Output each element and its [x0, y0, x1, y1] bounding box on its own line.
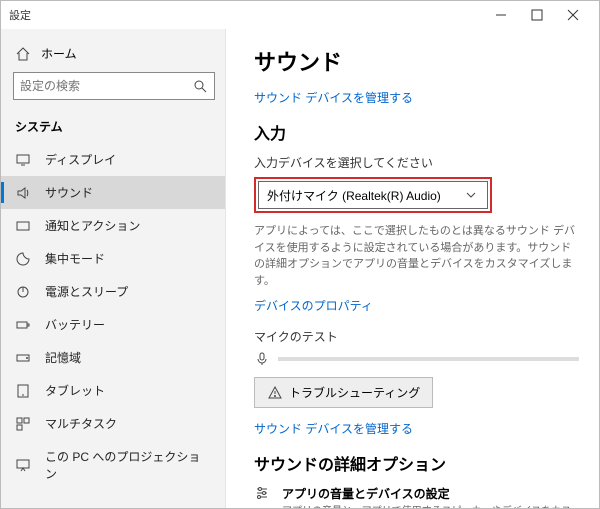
sidebar-item-label: ディスプレイ	[45, 151, 116, 168]
sidebar-item-label: この PC へのプロジェクション	[45, 448, 211, 482]
multitask-icon	[15, 416, 31, 432]
input-device-label: 入力デバイスを選択してください	[254, 154, 579, 171]
focus-icon	[15, 251, 31, 267]
input-device-value: 外付けマイク (Realtek(R) Audio)	[267, 187, 441, 204]
app-volume-sub: アプリの音量と、アプリで使用するスピーカーやデバイスをカスタマイズします。	[282, 502, 579, 508]
sidebar-item-label: タブレット	[45, 382, 105, 399]
troubleshoot-button[interactable]: トラブルシューティング	[254, 377, 433, 408]
sidebar-item-label: 電源とスリープ	[45, 283, 128, 300]
sidebar-item-tablet[interactable]: タブレット	[1, 374, 225, 407]
page-title: サウンド	[254, 45, 579, 77]
sidebar-item-storage[interactable]: 記憶域	[1, 341, 225, 374]
home-label: ホーム	[41, 45, 77, 62]
home-icon	[15, 46, 31, 62]
sidebar-item-label: マルチタスク	[45, 415, 117, 432]
window-title: 設定	[9, 7, 483, 23]
highlight-box: 外付けマイク (Realtek(R) Audio)	[254, 177, 492, 213]
sidebar: ホーム システム ディスプレイ サウンド 通知とアクション 集中モード 電源とス…	[1, 29, 226, 508]
sidebar-item-label: 通知とアクション	[45, 217, 140, 234]
mic-test-row	[254, 351, 579, 367]
titlebar: 設定	[1, 1, 599, 29]
sidebar-item-display[interactable]: ディスプレイ	[1, 143, 225, 176]
sidebar-item-notifications[interactable]: 通知とアクション	[1, 209, 225, 242]
troubleshoot-label: トラブルシューティング	[289, 384, 420, 401]
input-heading: 入力	[254, 120, 579, 144]
home-nav[interactable]: ホーム	[1, 39, 225, 72]
notification-icon	[15, 218, 31, 234]
mic-test-label: マイクのテスト	[254, 328, 579, 345]
device-properties-link[interactable]: デバイスのプロパティ	[254, 297, 579, 314]
storage-icon	[15, 350, 31, 366]
tablet-icon	[15, 383, 31, 399]
sidebar-item-multitask[interactable]: マルチタスク	[1, 407, 225, 440]
advanced-heading: サウンドの詳細オプション	[254, 451, 579, 475]
sidebar-item-sound[interactable]: サウンド	[1, 176, 225, 209]
input-help-text: アプリによっては、ここで選択したものとは異なるサウンド デバイスを使用するように…	[254, 223, 579, 289]
maximize-button[interactable]	[519, 1, 555, 29]
sidebar-item-battery[interactable]: バッテリー	[1, 308, 225, 341]
sidebar-item-label: 記憶域	[45, 349, 81, 366]
main: サウンド サウンド デバイスを管理する 入力 入力デバイスを選択してください 外…	[226, 29, 599, 508]
battery-icon	[15, 317, 31, 333]
manage-devices-link-2[interactable]: サウンド デバイスを管理する	[254, 420, 579, 437]
sliders-icon	[254, 485, 270, 501]
app-volume-title: アプリの音量とデバイスの設定	[282, 485, 579, 502]
sidebar-item-focus[interactable]: 集中モード	[1, 242, 225, 275]
input-device-select[interactable]: 外付けマイク (Realtek(R) Audio)	[258, 181, 488, 209]
sidebar-item-label: バッテリー	[45, 316, 105, 333]
display-icon	[15, 152, 31, 168]
minimize-button[interactable]	[483, 1, 519, 29]
sound-icon	[15, 185, 31, 201]
close-button[interactable]	[555, 1, 591, 29]
chevron-down-icon	[463, 187, 479, 203]
sidebar-item-label: サウンド	[45, 184, 93, 201]
category-title: システム	[1, 112, 225, 143]
mic-icon	[254, 351, 270, 367]
search-icon	[192, 78, 208, 94]
warning-icon	[267, 385, 283, 401]
sidebar-item-projection[interactable]: この PC へのプロジェクション	[1, 440, 225, 490]
mic-level-bar	[278, 357, 579, 361]
projection-icon	[15, 457, 31, 473]
search-input[interactable]	[20, 79, 192, 93]
content: ホーム システム ディスプレイ サウンド 通知とアクション 集中モード 電源とス…	[1, 29, 599, 508]
manage-devices-link[interactable]: サウンド デバイスを管理する	[254, 89, 579, 106]
search-box[interactable]	[13, 72, 215, 100]
sidebar-item-power[interactable]: 電源とスリープ	[1, 275, 225, 308]
power-icon	[15, 284, 31, 300]
sidebar-item-label: 集中モード	[45, 250, 105, 267]
app-volume-row[interactable]: アプリの音量とデバイスの設定 アプリの音量と、アプリで使用するスピーカーやデバイ…	[254, 485, 579, 508]
